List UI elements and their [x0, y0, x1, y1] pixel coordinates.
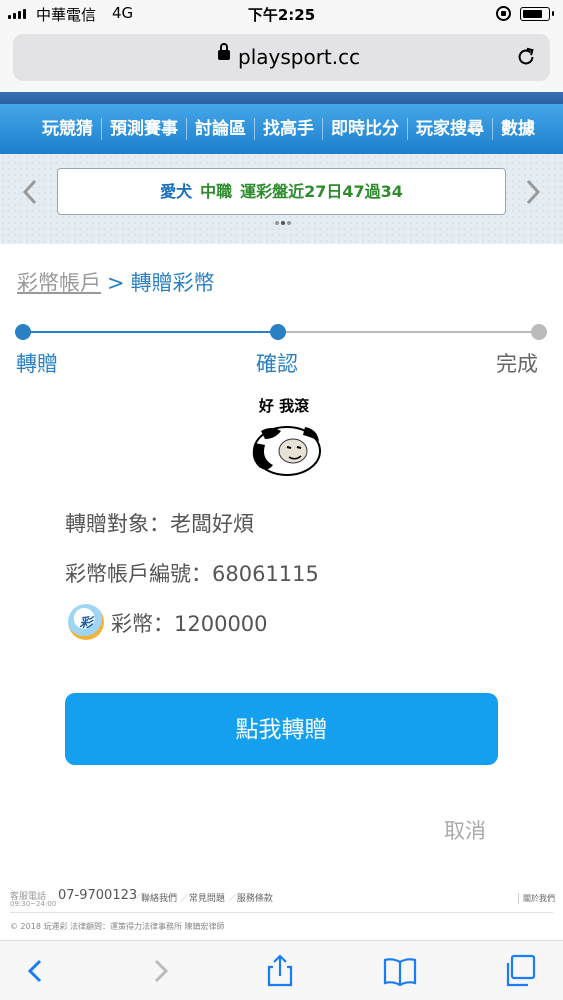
nav-item-1[interactable]: 預測賽事	[102, 118, 187, 140]
nav-item-2[interactable]: 討論區	[187, 118, 255, 140]
nav-item-0[interactable]: 玩競猜	[34, 118, 102, 140]
url-text: playsport.cc	[238, 45, 361, 69]
carousel-dot[interactable]	[275, 221, 279, 225]
breadcrumb-parent-link[interactable]: 彩幣帳戶	[17, 271, 101, 295]
step-label-1: 轉贈	[16, 352, 58, 376]
amount-info: 彩幣：1200000	[111, 612, 268, 636]
step-dot-2	[270, 324, 286, 340]
share-icon[interactable]	[262, 953, 298, 989]
panda-face-icon	[252, 426, 321, 476]
step-label-3: 完成	[496, 352, 538, 376]
browser-toolbar	[0, 940, 563, 1000]
address-bar[interactable]: playsport.cc	[13, 34, 550, 81]
breadcrumb-current: 轉贈彩幣	[130, 271, 215, 295]
carousel-dot[interactable]	[287, 221, 291, 225]
footer-link-contact[interactable]: 聯絡我們	[141, 894, 177, 904]
banner-team: 愛犬	[160, 182, 193, 201]
account-number-info: 彩幣帳戶編號：68061115	[65, 562, 319, 586]
footer-copyright: © 2018 玩運彩 法律顧問：運策得力法律事務所 陳鎮宏律師	[10, 922, 225, 931]
lock-icon	[218, 43, 230, 60]
carousel-dots	[275, 221, 291, 225]
bookmarks-icon[interactable]	[382, 953, 418, 989]
banner-card[interactable]: 愛犬 中職 運彩盤近27日47過34	[57, 168, 506, 215]
footer-about-link[interactable]: 關於我們	[518, 893, 555, 904]
browser-address-area: playsport.cc	[0, 28, 563, 92]
step-track-done	[23, 331, 278, 333]
main-nav: 玩競猜 預測賽事 討論區 找高手 即時比分 玩家搜尋 數據	[0, 104, 563, 154]
confirm-transfer-button[interactable]: 點我轉贈	[65, 693, 498, 765]
service-hours: 09:30~24:00	[10, 900, 57, 908]
breadcrumb: 彩幣帳戶 > 轉贈彩幣	[17, 267, 215, 297]
carousel-dot[interactable]	[281, 221, 285, 225]
status-bar: 中華電信 4G 下午2:25	[0, 0, 563, 28]
service-phone[interactable]: 07-9700123	[58, 888, 137, 903]
step-dot-1	[15, 324, 31, 340]
nav-item-6[interactable]: 數據	[493, 118, 543, 140]
coin-icon: 彩	[68, 604, 104, 640]
nav-item-3[interactable]: 找高手	[255, 118, 323, 140]
nav-top-strip	[0, 92, 563, 104]
step-label-2: 確認	[256, 352, 298, 376]
step-dot-3	[531, 324, 547, 340]
reload-icon[interactable]	[515, 46, 537, 68]
battery-icon	[520, 7, 554, 21]
chevron-right-icon[interactable]	[523, 178, 543, 206]
rotation-lock-icon	[496, 6, 511, 21]
breadcrumb-separator: >	[107, 271, 125, 295]
footer-link-terms[interactable]: 服務條款	[237, 894, 273, 904]
footer-divider	[10, 912, 553, 913]
nav-item-5[interactable]: 玩家搜尋	[408, 118, 493, 140]
status-time: 下午2:25	[247, 6, 316, 24]
coin-badge-text: 彩	[79, 616, 93, 631]
meme-caption: 好 我滾	[258, 397, 310, 415]
forward-icon[interactable]	[142, 953, 178, 989]
banner-record: 運彩盤近27日47過34	[240, 182, 403, 201]
cancel-link[interactable]: 取消	[444, 815, 486, 845]
meme-sticker: 好 我滾	[245, 395, 323, 480]
tabs-icon[interactable]	[502, 953, 538, 989]
footer-links: ／聯絡我們 ／常見問題 ／服務條款	[132, 894, 273, 904]
back-icon[interactable]	[18, 953, 54, 989]
banner-league: 中職	[200, 182, 233, 201]
footer-link-faq[interactable]: 常見問題	[189, 894, 225, 904]
step-track-pending	[278, 331, 540, 333]
banner-carousel: 愛犬 中職 運彩盤近27日47過34	[0, 154, 563, 244]
chevron-left-icon[interactable]	[20, 178, 40, 206]
recipient-info: 轉贈對象：老闆好煩	[65, 512, 254, 536]
nav-item-4[interactable]: 即時比分	[323, 118, 408, 140]
